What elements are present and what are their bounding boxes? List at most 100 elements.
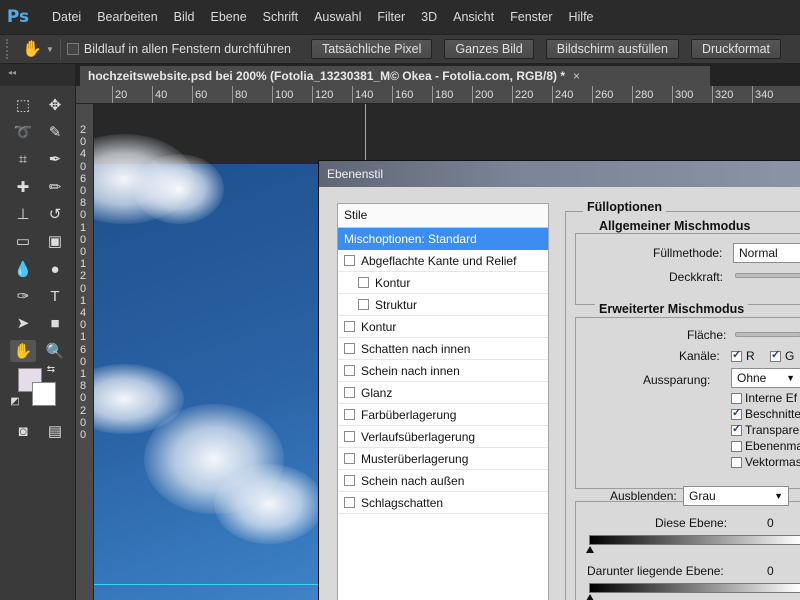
ruler-tick-label: 0: [80, 185, 87, 197]
style-item[interactable]: Schlagschatten: [338, 492, 548, 514]
brush-tool-icon[interactable]: ✏: [42, 176, 68, 198]
path-selection-tool-icon[interactable]: ➤: [10, 312, 36, 334]
scroll-all-windows-checkbox[interactable]: [66, 43, 79, 55]
horizontal-guide[interactable]: [94, 584, 318, 585]
tools-collapse-icon[interactable]: ◂◂: [0, 64, 75, 86]
beschnitten-checkbox[interactable]: [731, 406, 742, 420]
style-checkbox[interactable]: [344, 409, 355, 420]
vektormaske-checkbox[interactable]: [731, 457, 742, 468]
this-layer-black-slider[interactable]: [586, 546, 594, 553]
style-checkbox[interactable]: [344, 255, 355, 266]
style-item[interactable]: Schein nach außen: [338, 470, 548, 492]
default-colors-icon[interactable]: ◩: [8, 394, 22, 408]
horizontal-ruler[interactable]: 20 40 60 80 100 120 140 160 180 200 220 240 260 280 30…: [76, 86, 800, 104]
ruler-tick-label: 280: [635, 89, 654, 101]
style-checkbox[interactable]: [344, 431, 355, 442]
style-item[interactable]: Schein nach innen: [338, 360, 548, 382]
eyedropper-tool-icon[interactable]: ✒: [42, 148, 68, 170]
style-item[interactable]: Mischoptionen: Standard: [338, 228, 548, 250]
styles-header[interactable]: Stile: [338, 204, 548, 228]
style-item[interactable]: Farbüberlagerung: [338, 404, 548, 426]
rectangle-tool-icon[interactable]: ■: [42, 312, 68, 334]
menu-fenster[interactable]: Fenster: [510, 10, 552, 24]
menu-3d[interactable]: 3D: [421, 10, 437, 24]
style-item[interactable]: Abgeflachte Kante und Relief: [338, 250, 548, 272]
style-checkbox[interactable]: [344, 365, 355, 376]
marquee-tool-icon[interactable]: ⬚: [10, 94, 36, 116]
menu-bild[interactable]: Bild: [174, 10, 195, 24]
style-item[interactable]: Glanz: [338, 382, 548, 404]
healing-brush-tool-icon[interactable]: ✚: [10, 176, 36, 198]
clone-stamp-tool-icon[interactable]: ⊥: [10, 203, 36, 225]
fill-screen-button[interactable]: Bildschirm ausfüllen: [545, 39, 679, 59]
lasso-tool-icon[interactable]: ➰: [10, 121, 36, 143]
ruler-tick-label: 320: [715, 89, 734, 101]
type-tool-icon[interactable]: T: [42, 285, 68, 307]
area-slider[interactable]: [735, 332, 800, 337]
style-item[interactable]: Kontur: [338, 316, 548, 338]
style-checkbox[interactable]: [358, 277, 369, 288]
style-checkbox[interactable]: [358, 299, 369, 310]
style-checkbox[interactable]: [344, 321, 355, 332]
blend-if-select[interactable]: Grau ▼: [683, 486, 789, 506]
interne-effekte-checkbox[interactable]: [731, 393, 742, 404]
print-size-button[interactable]: Druckformat: [690, 39, 782, 59]
quick-mask-icon[interactable]: ◙: [10, 420, 36, 442]
gradient-tool-icon[interactable]: ▣: [42, 230, 68, 252]
underlying-layer-black-slider[interactable]: [586, 594, 594, 600]
opacity-slider[interactable]: [735, 273, 800, 278]
style-item[interactable]: Verlaufsüberlagerung: [338, 426, 548, 448]
ebenenmaske-checkbox[interactable]: [731, 441, 742, 452]
style-item[interactable]: Schatten nach innen: [338, 338, 548, 360]
zoom-tool-icon[interactable]: 🔍: [42, 340, 68, 362]
actual-pixels-button[interactable]: Tatsächliche Pixel: [311, 39, 433, 59]
close-tab-icon[interactable]: ×: [573, 69, 580, 83]
menu-hilfe[interactable]: Hilfe: [569, 10, 594, 24]
menu-auswahl[interactable]: Auswahl: [314, 10, 361, 24]
history-brush-tool-icon[interactable]: ↺: [42, 203, 68, 225]
hand-tool-panel-icon[interactable]: ✋: [10, 340, 36, 362]
style-checkbox[interactable]: [344, 497, 355, 508]
move-tool-icon[interactable]: ✥: [42, 94, 68, 116]
transparenz-checkbox[interactable]: [731, 422, 742, 436]
style-checkbox[interactable]: [344, 453, 355, 464]
menu-schrift[interactable]: Schrift: [263, 10, 298, 24]
crop-tool-icon[interactable]: ⌗: [10, 148, 36, 170]
menu-filter[interactable]: Filter: [377, 10, 405, 24]
channel-g-checkbox[interactable]: [770, 348, 781, 362]
style-checkbox[interactable]: [344, 343, 355, 354]
quick-selection-tool-icon[interactable]: ✎: [42, 121, 68, 143]
fit-screen-button[interactable]: Ganzes Bild: [444, 39, 534, 59]
style-item[interactable]: Musterüberlagerung: [338, 448, 548, 470]
menu-bearbeiten[interactable]: Bearbeiten: [97, 10, 157, 24]
style-item[interactable]: Struktur: [338, 294, 548, 316]
swap-colors-icon[interactable]: ⇆: [44, 362, 58, 376]
menu-ansicht[interactable]: Ansicht: [453, 10, 494, 24]
vertical-guide[interactable]: [365, 104, 366, 160]
blur-tool-icon[interactable]: 💧: [10, 258, 36, 280]
vertical-ruler[interactable]: 20406080100120140160180200: [76, 104, 94, 600]
eraser-tool-icon[interactable]: ▭: [10, 230, 36, 252]
dialog-title[interactable]: Ebenenstil: [319, 161, 800, 187]
style-item-label: Musterüberlagerung: [361, 451, 469, 466]
ruler-tick-label: 8: [80, 380, 87, 393]
ebenenmaske-label: Ebenenma: [745, 439, 800, 453]
menu-datei[interactable]: Datei: [52, 10, 81, 24]
style-item[interactable]: Kontur: [338, 272, 548, 294]
menu-ebene[interactable]: Ebene: [211, 10, 247, 24]
pen-tool-icon[interactable]: ✑: [10, 285, 36, 307]
knockout-select[interactable]: Ohne ▼: [731, 368, 800, 388]
options-grip[interactable]: [6, 39, 12, 59]
style-checkbox[interactable]: [344, 387, 355, 398]
tool-preset-dropdown-icon[interactable]: ▼: [46, 45, 54, 54]
screen-mode-icon[interactable]: ▤: [42, 420, 68, 442]
channel-r-checkbox[interactable]: [731, 348, 742, 362]
style-checkbox[interactable]: [344, 475, 355, 486]
background-color-swatch[interactable]: [32, 382, 56, 406]
ruler-tick: [552, 86, 553, 103]
knockout-dropdown-icon: ▼: [786, 373, 795, 383]
dodge-tool-icon[interactable]: ●: [42, 258, 68, 280]
hand-tool-icon[interactable]: ✋: [22, 39, 44, 59]
document-tab[interactable]: hochzeitswebsite.psd bei 200% (Fotolia_1…: [80, 66, 710, 86]
fill-method-select[interactable]: Normal: [733, 243, 800, 263]
